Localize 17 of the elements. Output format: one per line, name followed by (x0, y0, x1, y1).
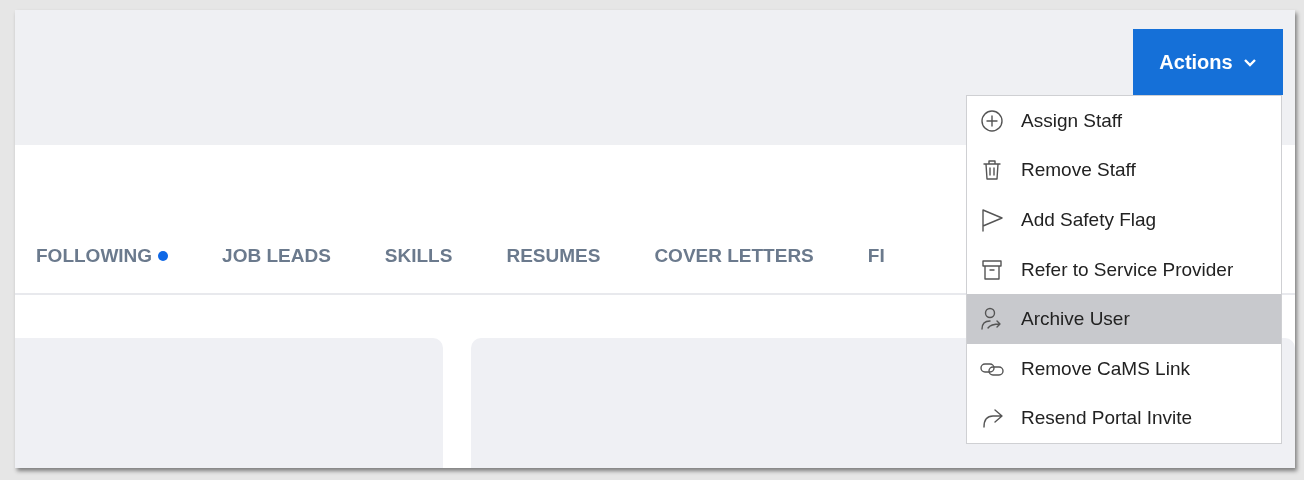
actions-button[interactable]: Actions (1133, 29, 1283, 95)
menu-item[interactable]: Resend Portal Invite (967, 393, 1281, 444)
menu-item[interactable]: Archive User (967, 294, 1281, 344)
tab[interactable]: RESUMES (506, 245, 609, 267)
tab[interactable]: SKILLS (384, 245, 461, 267)
menu-item[interactable]: Add Safety Flag (967, 195, 1281, 245)
flag-icon (979, 207, 1005, 233)
chevron-down-icon (1242, 57, 1257, 67)
menu-item[interactable]: Remove Staff (967, 145, 1281, 196)
tab[interactable]: FI (867, 245, 893, 267)
tab[interactable]: JOB LEADS (222, 245, 339, 267)
menu-item[interactable]: Assign Staff (967, 96, 1281, 146)
tab[interactable]: FOLLOWING (36, 245, 177, 267)
plus-circle-icon (979, 107, 1005, 134)
menu-item[interactable]: Refer to Service Provider (967, 244, 1281, 295)
menu-item[interactable]: Remove CaMS Link (967, 343, 1281, 394)
tab[interactable]: COVER LETTERS (654, 245, 822, 267)
